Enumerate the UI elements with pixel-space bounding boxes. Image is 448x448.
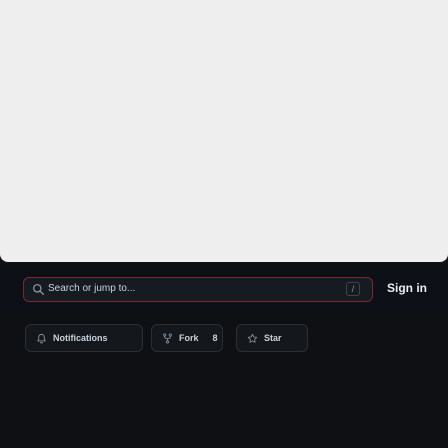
fork-button[interactable]: Fork 8	[151, 324, 223, 352]
search-placeholder: Search or jump to...	[48, 283, 136, 294]
search-shortcut-key: /	[346, 282, 360, 296]
fork-label: Fork	[179, 333, 199, 343]
fork-count: 8	[212, 333, 218, 343]
notifications-button[interactable]: Notifications	[25, 324, 143, 352]
star-label: Star	[264, 333, 282, 343]
sign-in-link[interactable]: Sign in	[387, 281, 427, 295]
search-input[interactable]: Search or jump to... /	[23, 277, 373, 302]
bell-icon	[37, 333, 46, 343]
notifications-label: Notifications	[53, 333, 108, 343]
star-button[interactable]: Star	[236, 324, 308, 352]
blank-page-area	[0, 0, 448, 262]
search-icon	[32, 283, 45, 296]
star-icon	[247, 333, 258, 343]
fork-icon	[163, 333, 172, 343]
